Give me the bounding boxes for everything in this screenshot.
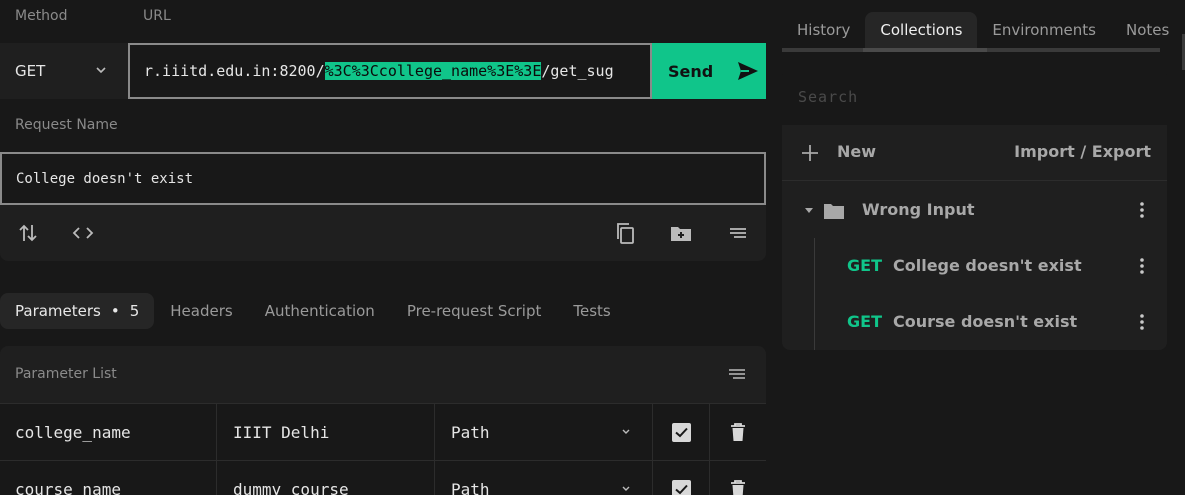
chevron-down-icon xyxy=(622,429,630,434)
sidebar-tabs: History Collections Environments Notes xyxy=(782,12,1184,48)
search-input[interactable]: Search xyxy=(782,69,1167,125)
param-enabled-checkbox[interactable] xyxy=(653,404,710,461)
request-name: Course doesn't exist xyxy=(893,312,1078,331)
tab-parameters-label: Parameters xyxy=(15,302,101,320)
sidebar: History Collections Environments Notes S… xyxy=(766,0,1185,495)
send-icon xyxy=(738,62,759,80)
param-type-select[interactable]: Path xyxy=(435,404,653,461)
request-name: College doesn't exist xyxy=(893,256,1082,275)
checkbox-checked-icon xyxy=(671,480,691,495)
request-name-input[interactable]: College doesn't exist xyxy=(0,152,766,205)
param-key-input[interactable]: college_name xyxy=(0,404,217,461)
collection-folder[interactable]: Wrong Input xyxy=(782,182,1167,238)
tab-parameters-count: 5 xyxy=(129,302,140,320)
send-button[interactable]: Send xyxy=(652,43,766,99)
delete-param-button[interactable] xyxy=(710,404,766,461)
tab-notes[interactable]: Notes xyxy=(1111,12,1184,48)
request-method: GET xyxy=(847,256,882,275)
tab-headers[interactable]: Headers xyxy=(154,293,248,329)
param-key-input[interactable]: course_name xyxy=(0,461,217,495)
more-options-icon[interactable] xyxy=(1139,313,1145,331)
copy-icon[interactable] xyxy=(613,221,637,245)
new-collection-button[interactable]: New xyxy=(837,142,876,161)
url-suffix: /get_sug xyxy=(541,62,614,80)
parameter-list-title: Parameter List xyxy=(15,366,117,382)
tab-history[interactable]: History xyxy=(782,12,865,48)
import-export-button[interactable]: Import / Export xyxy=(1014,142,1151,161)
more-options-icon[interactable] xyxy=(1139,201,1145,219)
param-type-value: Path xyxy=(451,480,490,495)
list-item[interactable]: GET Course doesn't exist xyxy=(814,294,1167,350)
trash-icon xyxy=(731,480,745,495)
chevron-down-icon xyxy=(96,67,106,74)
plus-icon[interactable] xyxy=(800,143,820,163)
parameter-list: Parameter List college_name IIIT Delhi P… xyxy=(0,346,766,495)
tab-parameters-dot: • xyxy=(110,302,120,320)
save-to-folder-icon[interactable] xyxy=(669,221,693,245)
table-row: course_name dummy_course Path xyxy=(0,460,766,495)
list-item[interactable]: GET College doesn't exist xyxy=(814,238,1167,294)
method-value: GET xyxy=(15,62,46,80)
method-label: Method xyxy=(15,8,68,24)
more-options-icon[interactable] xyxy=(1139,257,1145,275)
method-select[interactable]: GET xyxy=(0,43,128,99)
tabs-underline xyxy=(782,48,1160,52)
collections-panel: Search New Import / Export Wrong Input G… xyxy=(782,69,1167,350)
table-row: college_name IIIT Delhi Path xyxy=(0,403,766,461)
folder-name: Wrong Input xyxy=(862,200,975,219)
tab-prerequest-script[interactable]: Pre-request Script xyxy=(391,293,558,329)
tab-environments[interactable]: Environments xyxy=(977,12,1111,48)
tab-tests[interactable]: Tests xyxy=(557,293,626,329)
chevron-down-icon xyxy=(622,486,630,491)
request-pane: Method URL GET r.iiitd.edu.in:8200/%3C%3… xyxy=(0,0,766,495)
request-method: GET xyxy=(847,312,882,331)
tab-collections[interactable]: Collections xyxy=(865,12,978,48)
code-icon[interactable] xyxy=(71,221,95,245)
url-prefix: r.iiitd.edu.in:8200/ xyxy=(144,62,325,80)
url-variable-highlight: %3C%3Ccollege_name%3E%3E xyxy=(324,62,542,80)
folder-icon xyxy=(824,204,844,219)
param-type-select[interactable]: Path xyxy=(435,461,653,495)
request-name-value: College doesn't exist xyxy=(16,170,194,187)
param-value-input[interactable]: dummy_course xyxy=(217,461,435,495)
url-input[interactable]: r.iiitd.edu.in:8200/%3C%3Ccollege_name%3… xyxy=(128,43,652,99)
param-type-value: Path xyxy=(451,423,490,442)
request-tabs: Parameters • 5 Headers Authentication Pre-… xyxy=(0,293,627,329)
caret-down-icon[interactable] xyxy=(804,205,814,215)
active-tab-indicator xyxy=(863,48,987,52)
checkbox-checked-icon xyxy=(671,423,691,442)
collections-actions: New Import / Export xyxy=(782,125,1167,181)
param-value-input[interactable]: IIIT Delhi xyxy=(217,404,435,461)
trash-icon xyxy=(731,423,745,441)
request-name-label: Request Name xyxy=(15,117,118,133)
url-label: URL xyxy=(143,8,171,24)
clear-params-icon[interactable] xyxy=(727,364,747,384)
delete-param-button[interactable] xyxy=(710,461,766,495)
request-toolbar xyxy=(0,205,766,261)
send-label: Send xyxy=(668,61,714,81)
tab-authentication[interactable]: Authentication xyxy=(249,293,391,329)
param-enabled-checkbox[interactable] xyxy=(653,461,710,495)
swap-icon[interactable] xyxy=(16,221,40,245)
tab-parameters[interactable]: Parameters • 5 xyxy=(0,293,155,329)
clear-all-icon[interactable] xyxy=(726,221,750,245)
